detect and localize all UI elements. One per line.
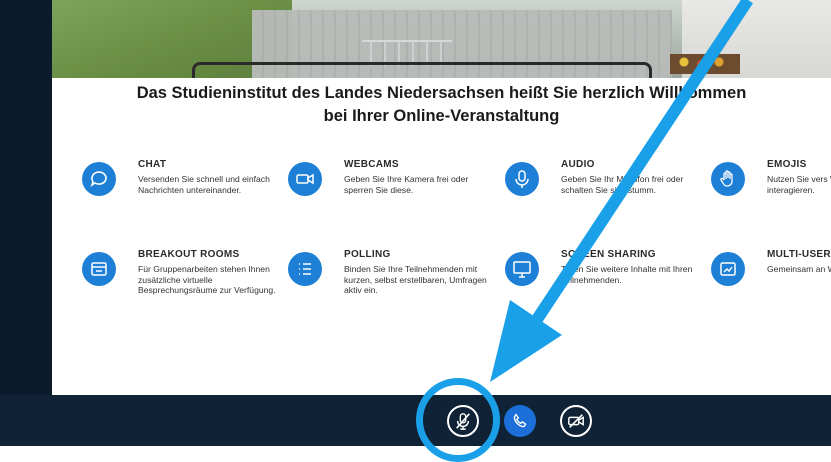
annotation-arrow-icon	[490, 0, 754, 382]
meeting-window: Das Studieninstitut des Landes Niedersac…	[0, 0, 831, 462]
